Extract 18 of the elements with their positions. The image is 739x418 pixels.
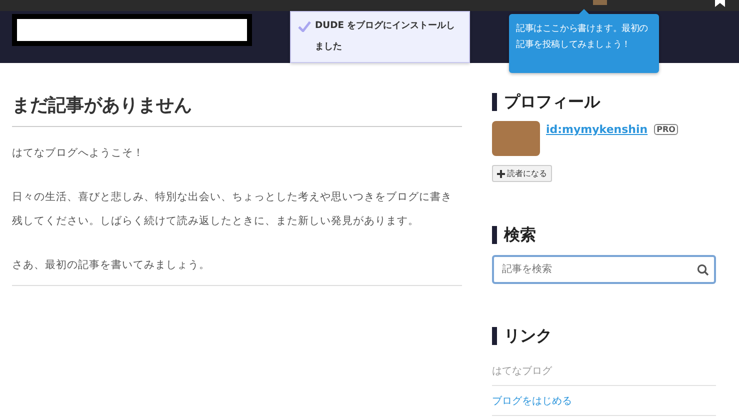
- section-heading: プロフィール: [492, 93, 600, 111]
- follow-button[interactable]: 読者になる: [492, 165, 552, 182]
- user-id-link[interactable]: id:mymykenshin: [546, 123, 648, 136]
- paragraph: さあ、最初の記事を書いてみましょう。: [12, 258, 211, 273]
- tooltip-text: 記事はここから書けます。最初の記事を投稿してみましょう！: [516, 22, 650, 52]
- search-field[interactable]: 記事を検索: [492, 255, 716, 284]
- notification-text: DUDE をブログにインストールしました: [315, 19, 456, 54]
- section-heading: 検索: [492, 226, 536, 244]
- paragraph: 日々の生活、喜びと悲しみ、特別な出会い、ちょっとした考えや思いつきをブログに書き残してください。しばらく続けて読み返したときに、また新しい発見があります。: [12, 190, 453, 229]
- section-heading: リンク: [492, 327, 552, 345]
- search-icon[interactable]: [697, 264, 709, 276]
- sidebar-link[interactable]: ブログをはじめる: [492, 388, 716, 416]
- sidebar-link[interactable]: はてなブログ: [492, 358, 716, 386]
- page-heading: まだ記事がありません: [12, 93, 462, 127]
- plus-icon: [497, 170, 505, 178]
- pro-badge: PRO: [654, 124, 678, 135]
- photo-placeholder: [492, 121, 540, 156]
- paragraph: はてなブログへようこそ！: [12, 146, 145, 161]
